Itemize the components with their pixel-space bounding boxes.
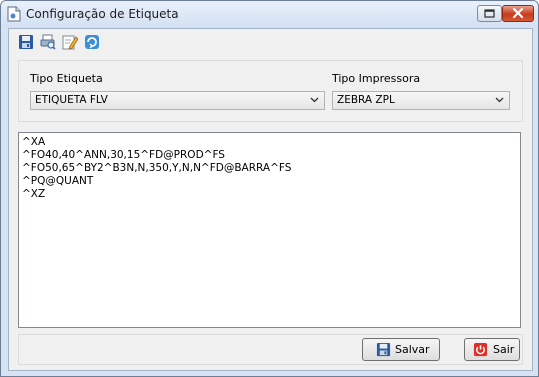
save-icon bbox=[376, 342, 391, 357]
refresh-icon bbox=[85, 35, 99, 49]
maximize-button[interactable] bbox=[477, 5, 502, 22]
power-icon bbox=[473, 342, 488, 357]
title-bar[interactable]: Configuração de Etiqueta bbox=[1, 1, 538, 28]
edit-icon bbox=[62, 35, 78, 50]
tipo-etiqueta-select[interactable]: ETIQUETA FLV bbox=[30, 91, 325, 110]
salvar-label: Salvar bbox=[395, 343, 430, 356]
window-client-area: Tipo Etiqueta ETIQUETA FLV Tipo Impresso… bbox=[8, 28, 533, 371]
save-icon bbox=[19, 35, 33, 49]
tipo-impressora-select[interactable]: ZEBRA ZPL bbox=[332, 91, 510, 110]
app-window: Configuração de Etiqueta Tipo Etiqueta E… bbox=[0, 0, 539, 377]
window-title: Configuração de Etiqueta bbox=[26, 7, 179, 21]
tipo-impressora-value: ZEBRA ZPL bbox=[337, 94, 395, 106]
editor-line: ^XZ bbox=[22, 188, 46, 200]
editor-line: ^FO40,40^ANN,30,15^FD@PROD^FS bbox=[22, 149, 225, 161]
editor-line: ^FO50,65^BY2^B3N,N,350,Y,N,N^FD@BARRA^FS bbox=[22, 162, 292, 174]
salvar-button[interactable]: Salvar bbox=[362, 338, 440, 361]
sair-button[interactable]: Sair bbox=[464, 338, 520, 361]
print-preview-icon bbox=[40, 34, 56, 50]
tipo-etiqueta-value: ETIQUETA FLV bbox=[35, 94, 108, 106]
tipo-etiqueta-label: Tipo Etiqueta bbox=[30, 72, 103, 85]
filter-group: Tipo Etiqueta ETIQUETA FLV Tipo Impresso… bbox=[18, 60, 523, 122]
print-preview-toolbar-button[interactable] bbox=[38, 32, 58, 52]
save-toolbar-button[interactable] bbox=[16, 32, 36, 52]
refresh-toolbar-button[interactable] bbox=[82, 32, 102, 52]
sair-label: Sair bbox=[493, 343, 515, 356]
document-icon bbox=[7, 6, 21, 22]
action-bar: Salvar Sair bbox=[18, 334, 523, 365]
tipo-impressora-label: Tipo Impressora bbox=[332, 72, 421, 85]
zpl-code-editor[interactable]: ^XA ^FO40,40^ANN,30,15^FD@PROD^FS ^FO50,… bbox=[18, 132, 521, 328]
chevron-down-icon bbox=[310, 97, 319, 103]
editor-line: ^PQ@QUANT bbox=[22, 175, 94, 187]
edit-toolbar-button[interactable] bbox=[60, 32, 80, 52]
close-icon bbox=[512, 7, 524, 19]
editor-line: ^XA bbox=[22, 136, 46, 148]
chevron-down-icon bbox=[495, 97, 504, 103]
close-button[interactable] bbox=[502, 5, 534, 22]
